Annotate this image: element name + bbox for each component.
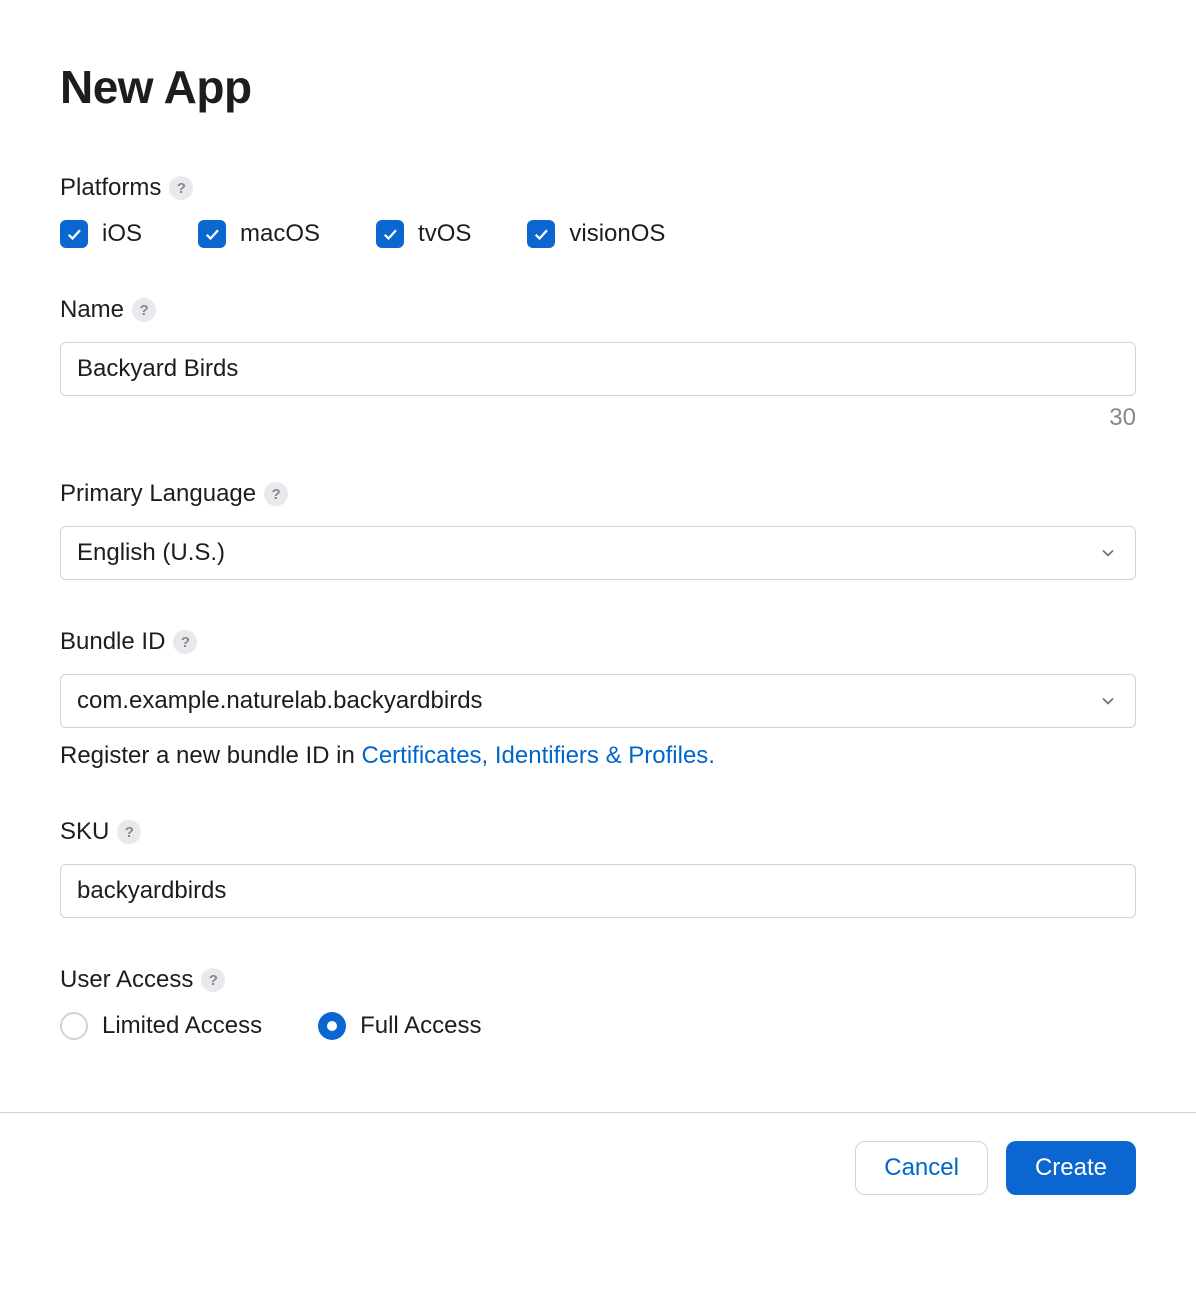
name-label: Name — [60, 296, 124, 324]
platforms-options: iOS macOS tvOS visionOS — [60, 220, 1136, 248]
cancel-button[interactable]: Cancel — [855, 1141, 988, 1195]
question-icon[interactable]: ? — [264, 482, 288, 506]
user-access-field: User Access ? Limited Access Full Access — [60, 966, 1136, 1040]
new-app-dialog: New App Platforms ? iOS macOS — [0, 0, 1196, 1040]
certificates-link[interactable]: Certificates, Identifiers & Profiles. — [362, 742, 715, 769]
platforms-field: Platforms ? iOS macOS tvOS — [60, 174, 1136, 248]
platform-label: visionOS — [569, 220, 665, 248]
platform-checkbox-visionos[interactable]: visionOS — [527, 220, 665, 248]
primary-language-select-wrap: English (U.S.) — [60, 526, 1136, 580]
question-icon[interactable]: ? — [201, 968, 225, 992]
name-field: Name ? 30 — [60, 296, 1136, 432]
question-icon[interactable]: ? — [169, 176, 193, 200]
radio-label: Full Access — [360, 1012, 481, 1040]
platform-checkbox-ios[interactable]: iOS — [60, 220, 142, 248]
sku-field: SKU ? — [60, 818, 1136, 918]
radio-label: Limited Access — [102, 1012, 262, 1040]
bundle-id-select-wrap: com.example.naturelab.backyardbirds — [60, 674, 1136, 728]
sku-label: SKU — [60, 818, 109, 846]
check-icon — [376, 220, 404, 248]
bundle-id-hint: Register a new bundle ID in Certificates… — [60, 742, 1136, 770]
bundle-id-hint-prefix: Register a new bundle ID in — [60, 742, 362, 769]
dialog-footer: Cancel Create — [0, 1112, 1196, 1235]
platform-label: macOS — [240, 220, 320, 248]
check-icon — [527, 220, 555, 248]
user-access-label-row: User Access ? — [60, 966, 1136, 994]
bundle-id-label: Bundle ID — [60, 628, 165, 656]
primary-language-label: Primary Language — [60, 480, 256, 508]
platforms-label-row: Platforms ? — [60, 174, 1136, 202]
platform-label: tvOS — [418, 220, 471, 248]
question-icon[interactable]: ? — [173, 630, 197, 654]
create-button[interactable]: Create — [1006, 1141, 1136, 1195]
check-icon — [198, 220, 226, 248]
page-title: New App — [60, 60, 1136, 114]
radio-full-access[interactable]: Full Access — [318, 1012, 481, 1040]
name-input[interactable] — [60, 342, 1136, 396]
name-counter-row: 30 — [60, 404, 1136, 432]
bundle-id-label-row: Bundle ID ? — [60, 628, 1136, 656]
bundle-id-select[interactable]: com.example.naturelab.backyardbirds — [60, 674, 1136, 728]
primary-language-field: Primary Language ? English (U.S.) — [60, 480, 1136, 580]
radio-limited-access[interactable]: Limited Access — [60, 1012, 262, 1040]
question-icon[interactable]: ? — [132, 298, 156, 322]
user-access-label: User Access — [60, 966, 193, 994]
platform-checkbox-macos[interactable]: macOS — [198, 220, 320, 248]
platforms-label: Platforms — [60, 174, 161, 202]
radio-icon — [60, 1012, 88, 1040]
platform-label: iOS — [102, 220, 142, 248]
question-icon[interactable]: ? — [117, 820, 141, 844]
name-counter: 30 — [1109, 404, 1136, 432]
platform-checkbox-tvos[interactable]: tvOS — [376, 220, 471, 248]
bundle-id-field: Bundle ID ? com.example.naturelab.backya… — [60, 628, 1136, 770]
primary-language-select[interactable]: English (U.S.) — [60, 526, 1136, 580]
sku-input[interactable] — [60, 864, 1136, 918]
user-access-options: Limited Access Full Access — [60, 1012, 1136, 1040]
name-label-row: Name ? — [60, 296, 1136, 324]
radio-icon — [318, 1012, 346, 1040]
sku-label-row: SKU ? — [60, 818, 1136, 846]
primary-language-label-row: Primary Language ? — [60, 480, 1136, 508]
check-icon — [60, 220, 88, 248]
